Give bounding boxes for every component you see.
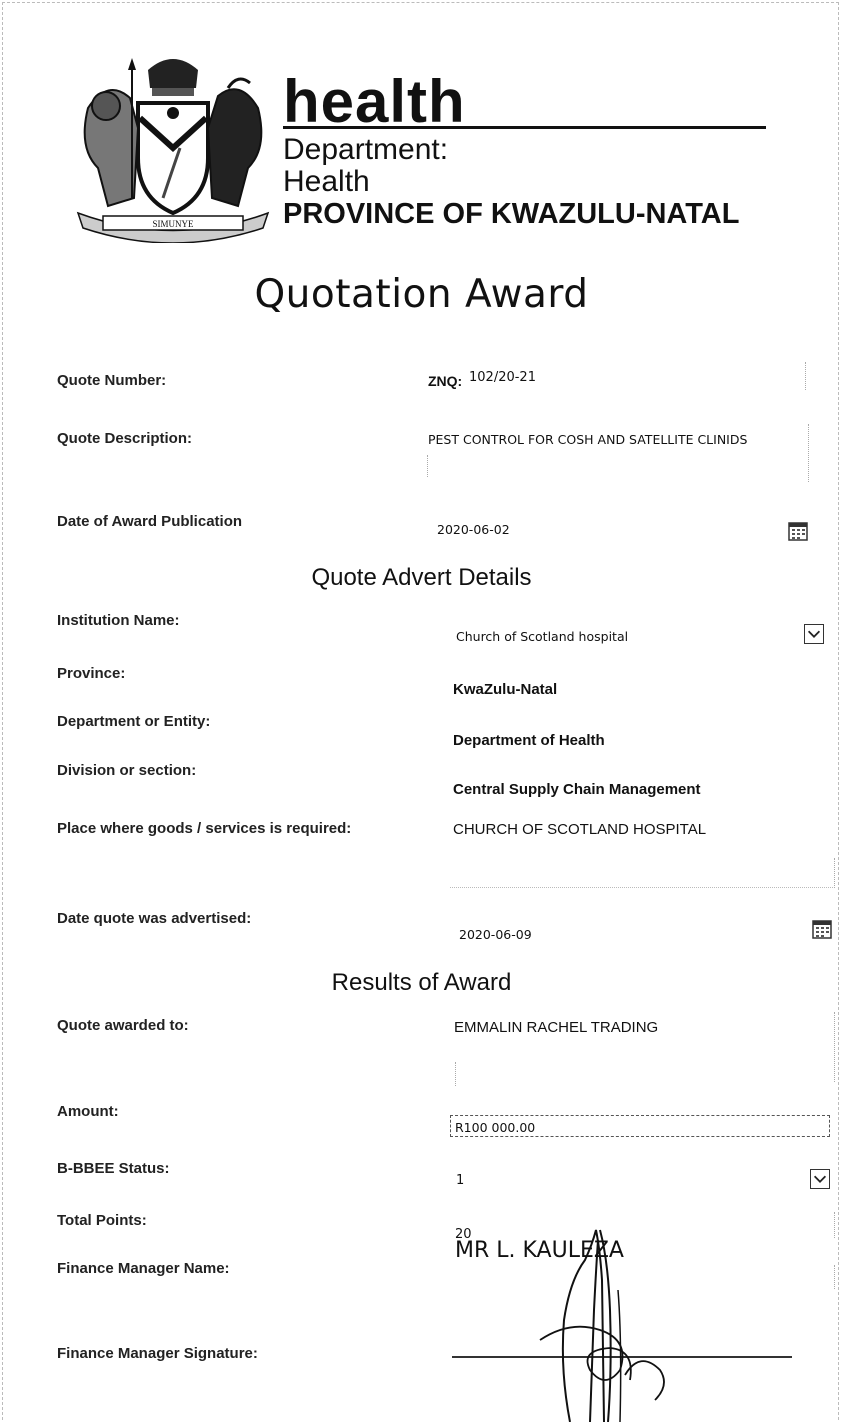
bbbee-select[interactable]: 1 [456,1173,464,1188]
institution-label: Institution Name: [57,612,180,629]
finance-manager-signature-label: Finance Manager Signature: [57,1345,258,1362]
quote-description-label: Quote Description: [57,430,193,447]
advert-section-heading: Quote Advert Details [311,564,532,591]
calendar-icon[interactable] [812,920,832,939]
division-label: Division or section: [57,762,197,779]
place-label: Place where goods / services is required… [57,820,352,837]
institution-select[interactable]: Church of Scotland hospital [456,629,628,644]
department-entity-label: Department or Entity: [57,713,211,730]
finance-manager-name-label: Finance Manager Name: [57,1260,230,1277]
calendar-icon[interactable] [788,522,808,541]
division-field[interactable]: Central Supply Chain Management [453,781,701,798]
results-section-heading: Results of Award [331,969,512,996]
total-points-label: Total Points: [57,1212,147,1229]
awarded-to-field[interactable]: EMMALIN RACHEL TRADING [454,1019,658,1036]
quote-number-label: Quote Number: [57,372,167,389]
brand-rule [283,126,766,129]
chevron-down-icon[interactable] [810,1169,830,1189]
amount-field[interactable]: R100 000.00 [455,1120,535,1135]
brand-health: health [283,68,466,135]
advertised-date-label: Date quote was advertised: [57,910,252,927]
quote-description-field[interactable]: PEST CONTROL FOR COSH AND SATELLITE CLIN… [428,432,747,447]
province-title: PROVINCE OF KWAZULU-NATAL [283,198,740,230]
quote-number-prefix: ZNQ: [428,373,463,389]
quote-number-field[interactable]: 102/20-21 [469,370,536,385]
awarded-to-label: Quote awarded to: [57,1017,189,1034]
page-title: Quotation Award [254,272,589,317]
award-date-label: Date of Award Publication [57,513,243,530]
amount-label: Amount: [57,1103,119,1120]
award-date-field[interactable]: 2020-06-02 [437,522,510,537]
province-label: Province: [57,665,126,682]
province-field[interactable]: KwaZulu-Natal [453,681,557,698]
bbbee-label: B-BBEE Status: [57,1160,170,1177]
department-label: Department: [283,133,449,166]
chevron-down-icon[interactable] [804,624,824,644]
department-name: Health [283,165,370,198]
signature-icon [539,1229,665,1422]
advertised-date-field[interactable]: 2020-06-09 [459,927,532,942]
department-entity-field[interactable]: Department of Health [453,732,605,749]
crest-motto: SIMUNYE [152,219,194,229]
place-field[interactable]: CHURCH OF SCOTLAND HOSPITAL [453,821,706,838]
coat-of-arms-icon: SIMUNYE [76,58,270,243]
